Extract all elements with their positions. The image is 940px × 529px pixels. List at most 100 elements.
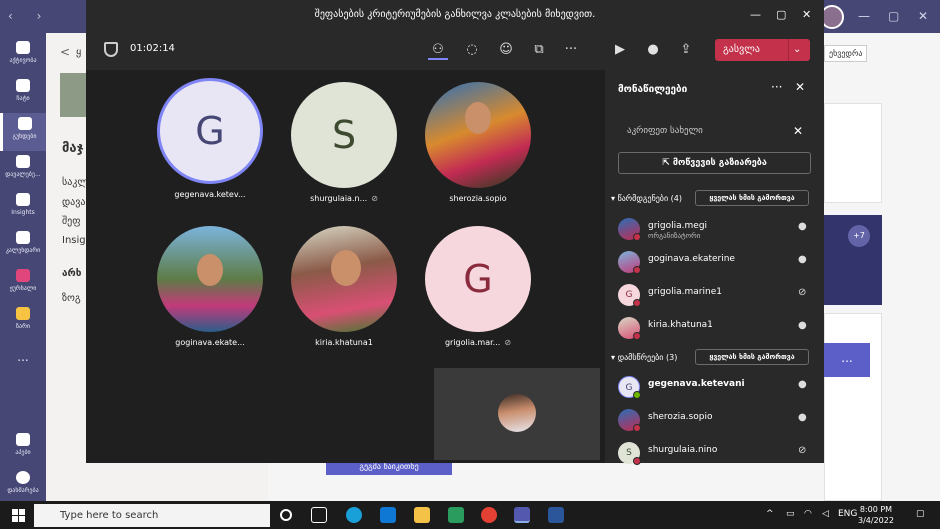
rail-chat[interactable]: ჩატი bbox=[0, 75, 46, 113]
rooms-icon[interactable]: ⧉ bbox=[529, 40, 549, 60]
video-tile[interactable]: S shurgulaia.n... ⊘ bbox=[289, 82, 399, 203]
tile-name: goginava.ekate... bbox=[175, 338, 245, 347]
share-invite-button[interactable]: ⇱ მოწვევის გაზიარება bbox=[618, 152, 811, 174]
maximize-icon[interactable]: ▢ bbox=[888, 9, 899, 23]
minimize-icon[interactable]: — bbox=[858, 9, 870, 23]
taskbar: Type here to search ^ ▭ ◠ ◁ ENG 8:00 PM 3… bbox=[0, 501, 940, 529]
insights-icon bbox=[16, 193, 30, 206]
rail-journal[interactable]: ჟურნალი bbox=[0, 265, 46, 303]
rail-calls[interactable]: ზარი bbox=[0, 303, 46, 341]
nav-arrows[interactable]: ‹ › bbox=[8, 9, 51, 23]
video-tile[interactable]: goginava.ekate... bbox=[155, 226, 265, 347]
rail-insights[interactable]: Insights bbox=[0, 189, 46, 227]
share-icon: ⇱ bbox=[662, 158, 673, 168]
teams-icon bbox=[17, 117, 32, 130]
clear-search-icon[interactable]: ✕ bbox=[793, 124, 803, 138]
microphone-icon[interactable]: ● bbox=[643, 40, 663, 60]
mail-icon[interactable] bbox=[380, 507, 396, 523]
store-icon[interactable] bbox=[448, 507, 464, 523]
rail-help[interactable]: დახმარება bbox=[0, 467, 46, 505]
close-icon[interactable]: ✕ bbox=[802, 8, 811, 21]
panel-title: მონაწილეები bbox=[618, 84, 688, 95]
participant-row[interactable]: G grigolia.marine1 ⊘ bbox=[618, 282, 818, 310]
meet-dropdown[interactable]: ეხვედრა bbox=[824, 45, 868, 62]
team-link-4[interactable]: Insig bbox=[62, 235, 86, 246]
team-link-2[interactable]: დავა bbox=[62, 197, 85, 208]
leave-button[interactable]: გასვლა ⌄ bbox=[715, 39, 810, 61]
minimize-icon[interactable]: — bbox=[750, 8, 761, 21]
team-link-1[interactable]: საკლ bbox=[62, 177, 88, 188]
rail-activity[interactable]: აქტივობა bbox=[0, 37, 46, 75]
more-button[interactable]: ... bbox=[824, 343, 870, 377]
mic-off-icon: ⊘ bbox=[798, 445, 807, 456]
attendees-header[interactable]: ▾ დამსწრეები (3) bbox=[611, 353, 677, 362]
participants-icon[interactable]: ⚇ bbox=[428, 40, 448, 60]
channel-general[interactable]: ზოგ bbox=[62, 293, 81, 304]
teams-taskbar-icon[interactable] bbox=[514, 507, 530, 523]
rail-apps[interactable]: აპები bbox=[0, 429, 46, 467]
edge-icon[interactable] bbox=[346, 507, 362, 523]
file-explorer-icon[interactable] bbox=[414, 507, 430, 523]
taskbar-search-input[interactable]: Type here to search bbox=[34, 504, 270, 527]
leave-label: გასვლა bbox=[723, 44, 760, 55]
video-feed bbox=[157, 226, 263, 332]
participant-row[interactable]: S shurgulaia.nino ⊘ bbox=[618, 440, 818, 468]
back-icon[interactable]: < bbox=[60, 45, 70, 59]
participant-row[interactable]: goginava.ekaterine ● bbox=[618, 249, 818, 277]
cortana-icon[interactable] bbox=[280, 509, 292, 521]
mute-all-button[interactable]: ყველას ხმის გამორთვა bbox=[695, 190, 809, 206]
chevron-down-icon[interactable]: ⌄ bbox=[793, 39, 801, 61]
channels-header: არხ bbox=[62, 268, 82, 279]
team-image bbox=[60, 73, 88, 117]
close-icon[interactable]: ✕ bbox=[795, 80, 805, 94]
microphone-icon: ● bbox=[798, 412, 807, 423]
tile-name: shurgulaia.n... ⊘ bbox=[310, 194, 378, 203]
participant-row[interactable]: sherozia.sopio ● bbox=[618, 407, 818, 435]
language-indicator[interactable]: ENG bbox=[838, 509, 857, 519]
microphone-icon: ● bbox=[798, 221, 807, 232]
chevron-up-icon[interactable]: ^ bbox=[766, 509, 774, 519]
avatar: S bbox=[291, 82, 397, 188]
volume-icon[interactable]: ◁ bbox=[822, 509, 829, 519]
clock[interactable]: 8:00 PM 3/4/2022 bbox=[858, 504, 894, 526]
camera-off-icon[interactable]: ▶ bbox=[610, 40, 630, 60]
video-feed bbox=[425, 82, 531, 188]
more-icon[interactable]: ··· bbox=[771, 80, 782, 94]
wifi-icon[interactable]: ◠ bbox=[804, 509, 812, 519]
rail-more[interactable]: ... bbox=[0, 347, 46, 385]
task-view-icon[interactable] bbox=[311, 507, 327, 523]
self-preview[interactable] bbox=[434, 368, 600, 460]
rail-calendar[interactable]: კალენდარი bbox=[0, 227, 46, 265]
participant-row[interactable]: grigolia.megi ორგანიზატორი ● bbox=[618, 216, 818, 244]
self-video bbox=[498, 394, 536, 432]
chrome-icon[interactable] bbox=[481, 507, 497, 523]
microphone-icon: ● bbox=[798, 254, 807, 265]
rail-teams[interactable]: გუნდები bbox=[0, 113, 46, 151]
mute-all-button[interactable]: ყველას ხმის გამორთვა bbox=[695, 349, 809, 365]
maximize-icon[interactable]: ▢ bbox=[776, 8, 786, 21]
chat-icon[interactable]: ◌ bbox=[462, 40, 482, 60]
word-icon[interactable] bbox=[548, 507, 564, 523]
presenters-header[interactable]: ▾ წარმდგენები (4) bbox=[611, 194, 682, 203]
card bbox=[824, 103, 882, 203]
meeting-toolbar: 01:02:14 ⚇ ◌ ☺ ⧉ ··· ▶ ● ⇪ გასვლა ⌄ bbox=[86, 30, 824, 70]
participant-row[interactable]: kiria.khatuna1 ● bbox=[618, 315, 818, 343]
more-icon[interactable]: ··· bbox=[561, 40, 581, 60]
close-icon[interactable]: ✕ bbox=[918, 9, 928, 23]
reactions-icon[interactable]: ☺ bbox=[496, 40, 516, 60]
windows-start-icon[interactable] bbox=[12, 509, 25, 522]
tile-name: grigolia.mar... ⊘ bbox=[444, 338, 512, 347]
search-input[interactable]: აკრიფეთ სახელი bbox=[627, 126, 703, 136]
meeting-window: შეფასების კრიტერიუმების განხილვა კლასები… bbox=[86, 0, 824, 465]
video-tile[interactable]: G grigolia.mar... ⊘ bbox=[423, 226, 533, 347]
notification-icon[interactable]: ▢ bbox=[916, 509, 925, 519]
video-tile[interactable]: kiria.khatuna1 bbox=[289, 226, 399, 347]
background-content: ეხვედრა +7 ... bbox=[824, 33, 940, 501]
team-link-3[interactable]: შეფ bbox=[62, 216, 81, 227]
participant-row[interactable]: G gegenava.ketevani ● bbox=[618, 374, 818, 402]
share-screen-icon[interactable]: ⇪ bbox=[676, 40, 696, 60]
network-icon[interactable]: ▭ bbox=[786, 509, 795, 519]
video-tile[interactable]: G gegenava.ketev... bbox=[155, 78, 265, 199]
video-tile[interactable]: sherozia.sopio bbox=[423, 82, 533, 203]
rail-assignments[interactable]: დავალებე... bbox=[0, 151, 46, 189]
